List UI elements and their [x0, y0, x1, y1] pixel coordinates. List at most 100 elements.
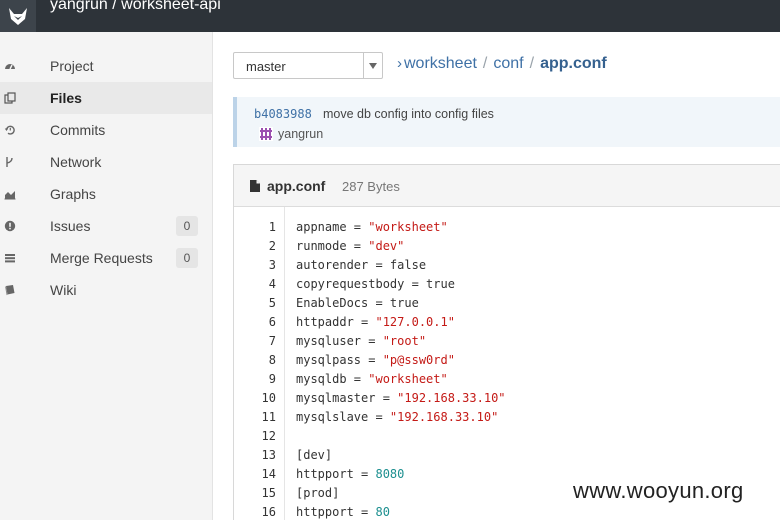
sidebar-item-label: Files [50, 90, 82, 106]
code-text: EnableDocs = true [296, 296, 419, 310]
line-number[interactable]: 15 [234, 486, 276, 500]
line-number[interactable]: 4 [234, 277, 276, 291]
file-icon [250, 180, 260, 192]
sidebar-item-issues[interactable]: Issues 0 [0, 210, 212, 242]
file-header: app.conf 287 Bytes [234, 165, 780, 207]
file-size: 287 Bytes [342, 179, 400, 194]
sidebar-item-files[interactable]: Files [0, 82, 212, 114]
logo[interactable] [0, 0, 36, 32]
line-number[interactable]: 10 [234, 391, 276, 405]
sidebar-item-graphs[interactable]: Graphs [0, 178, 212, 210]
code-line: httpport = 80 [296, 505, 390, 519]
code-text: autorender = false [296, 258, 427, 272]
project-title[interactable]: yangrun / worksheet-api [50, 0, 221, 14]
sidebar-item-label: Merge Requests [50, 250, 153, 266]
commit-author-name[interactable]: yangrun [278, 127, 323, 141]
breadcrumb-separator: / [482, 55, 488, 72]
code-area: 1 appname = "worksheet" 2 runmode = "dev" 3 a… [234, 207, 780, 520]
code-line: httpport = 8080 [296, 467, 404, 481]
area-chart-icon [3, 187, 17, 201]
sidebar-item-label: Wiki [50, 282, 77, 298]
code-text: copyrequestbody = true [296, 277, 455, 291]
breadcrumb-item-worksheet[interactable]: worksheet [404, 55, 477, 72]
line-number[interactable]: 3 [234, 258, 276, 272]
code-line: mysqlpass = "p@ssw0rd" [296, 353, 455, 367]
line-number[interactable]: 8 [234, 353, 276, 367]
last-commit-box: b4083988 move db config into config file… [233, 97, 780, 147]
history-icon [3, 123, 17, 137]
line-number[interactable]: 1 [234, 220, 276, 234]
code-line: EnableDocs = true [296, 296, 419, 310]
code-text: mysqlmaster = [296, 391, 398, 405]
chevron-down-icon [363, 53, 382, 78]
code-text: mysqlpass = [296, 353, 383, 367]
code-text: [dev] [296, 448, 333, 462]
breadcrumb-current: app.conf [540, 55, 607, 72]
code-text: httpaddr = [296, 315, 376, 329]
line-number[interactable]: 2 [234, 239, 276, 253]
dashboard-icon [3, 59, 17, 73]
code-string: "127.0.0.1" [375, 315, 455, 329]
line-number[interactable]: 7 [234, 334, 276, 348]
breadcrumb-item-conf[interactable]: conf [493, 55, 523, 72]
code-string: "worksheet" [368, 220, 448, 234]
line-number[interactable]: 9 [234, 372, 276, 386]
code-string: "192.168.33.10" [389, 410, 499, 424]
sidebar-item-label: Project [50, 58, 94, 74]
code-string: "worksheet" [368, 372, 448, 386]
top-navbar: yangrun / worksheet-api [0, 0, 780, 32]
sidebar-item-label: Network [50, 154, 102, 170]
merge-requests-count-badge: 0 [176, 248, 198, 268]
code-text: mysqlslave = [296, 410, 390, 424]
sidebar-item-network[interactable]: Network [0, 146, 212, 178]
code-line: mysqlmaster = "192.168.33.10" [296, 391, 506, 405]
file-viewer: app.conf 287 Bytes 1 appname = "worksheet… [233, 164, 780, 520]
exclamation-circle-icon [3, 219, 17, 233]
sidebar-item-label: Issues [50, 218, 91, 234]
branch-icon [3, 155, 17, 169]
line-number[interactable]: 6 [234, 315, 276, 329]
code-text: [prod] [296, 486, 340, 500]
code-string: "p@ssw0rd" [382, 353, 455, 367]
breadcrumb-separator: / [529, 55, 535, 72]
commit-author: yangrun [259, 127, 323, 141]
code-line: mysqluser = "root" [296, 334, 426, 348]
code-text: runmode = [296, 239, 369, 253]
code-text: appname = [296, 220, 369, 234]
sidebar: Project Files Commits Network Graphs Iss… [0, 32, 213, 520]
code-number: 8080 [375, 467, 405, 481]
sidebar-item-label: Graphs [50, 186, 96, 202]
line-number[interactable]: 5 [234, 296, 276, 310]
avatar [259, 127, 273, 141]
code-line: copyrequestbody = true [296, 277, 455, 291]
sidebar-item-merge-requests[interactable]: Merge Requests 0 [0, 242, 212, 274]
fox-logo-icon [9, 8, 27, 25]
code-number: 80 [375, 505, 390, 519]
line-number[interactable]: 12 [234, 429, 276, 443]
commit-sha-link[interactable]: b4083988 [254, 107, 312, 121]
sidebar-item-project[interactable]: Project [0, 50, 212, 82]
line-number[interactable]: 14 [234, 467, 276, 481]
line-number[interactable]: 11 [234, 410, 276, 424]
files-icon [3, 91, 17, 105]
code-text: httpport = [296, 505, 376, 519]
chevron-right-icon: › [397, 55, 402, 72]
sidebar-item-label: Commits [50, 122, 106, 138]
file-name: app.conf [267, 178, 326, 194]
code-line: mysqldb = "worksheet" [296, 372, 448, 386]
book-icon [3, 283, 17, 297]
branch-select[interactable]: master [233, 52, 383, 79]
code-line: httpaddr = "127.0.0.1" [296, 315, 455, 329]
sidebar-item-wiki[interactable]: Wiki [0, 274, 212, 306]
tasks-icon [3, 251, 17, 265]
sidebar-item-commits[interactable]: Commits [0, 114, 212, 146]
code-text: mysqldb = [296, 372, 369, 386]
line-number[interactable]: 13 [234, 448, 276, 462]
code-line: [prod] [296, 486, 339, 500]
line-number[interactable]: 16 [234, 505, 276, 519]
commit-message: move db config into config files [323, 107, 494, 121]
code-text: httpport = [296, 467, 376, 481]
code-string: "dev" [368, 239, 405, 253]
code-line: mysqlslave = "192.168.33.10" [296, 410, 498, 424]
code-line: appname = "worksheet" [296, 220, 448, 234]
